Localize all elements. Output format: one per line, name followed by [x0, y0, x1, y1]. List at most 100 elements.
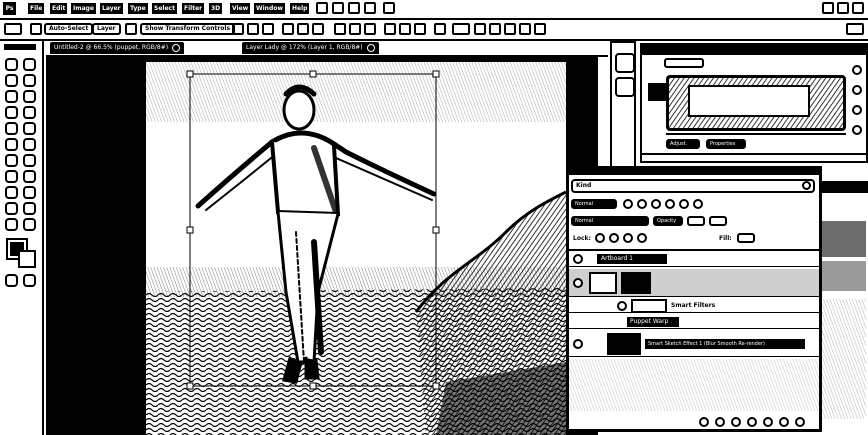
zoom-tool-icon[interactable]: [23, 218, 36, 231]
refresh-icon[interactable]: [852, 65, 862, 75]
shape-tool-icon[interactable]: [23, 186, 36, 199]
tab-properties[interactable]: Properties: [706, 139, 746, 149]
new-layer-icon[interactable]: [779, 417, 789, 427]
distribute-top-icon[interactable]: [334, 23, 346, 35]
auto-align-icon[interactable]: [434, 23, 446, 35]
background-color-swatch[interactable]: [18, 250, 36, 268]
menu-window[interactable]: Window: [254, 3, 285, 14]
distribute-right-icon[interactable]: [414, 23, 426, 35]
filter-pixel-icon[interactable]: [623, 199, 633, 209]
opacity-input[interactable]: [687, 216, 705, 226]
3d-scale-icon[interactable]: [534, 23, 546, 35]
visibility-eye-icon[interactable]: [573, 339, 583, 349]
filter-shape-icon[interactable]: [665, 199, 675, 209]
warning-icon[interactable]: [852, 85, 862, 95]
tab-close-icon[interactable]: [172, 43, 181, 52]
lock-pixels-icon[interactable]: [609, 233, 619, 243]
layer-row-selected[interactable]: [569, 269, 819, 297]
menu-file[interactable]: File: [28, 3, 45, 14]
filter-toggle-icon[interactable]: [693, 199, 703, 209]
layer-row-artboard[interactable]: Artboard 1: [569, 251, 819, 267]
history-brush-icon[interactable]: [23, 122, 36, 135]
path-select-icon[interactable]: [5, 186, 18, 199]
align-center-icon[interactable]: [297, 23, 309, 35]
visibility-eye-icon[interactable]: [573, 278, 583, 288]
fill-input[interactable]: [737, 233, 755, 243]
marquee-tool-icon[interactable]: [23, 58, 36, 71]
3d-rotate-icon[interactable]: [474, 23, 486, 35]
opacity-slider-button[interactable]: [709, 216, 727, 226]
crop-tool-icon[interactable]: [5, 90, 18, 103]
layer-select[interactable]: Layer: [92, 23, 121, 35]
align-left-icon[interactable]: [282, 23, 294, 35]
menu-3d[interactable]: 3D: [209, 3, 223, 14]
cache-icon[interactable]: [852, 105, 862, 115]
menu-view[interactable]: View: [230, 3, 251, 14]
swatch-dark[interactable]: [820, 221, 866, 257]
new-group-icon[interactable]: [763, 417, 773, 427]
show-transform-checkbox[interactable]: [125, 23, 137, 35]
tab-adjustments[interactable]: Adjust.: [666, 139, 700, 149]
screen-mode-icon[interactable]: [364, 2, 376, 14]
options-icon[interactable]: [852, 125, 862, 135]
menu-select[interactable]: Select: [152, 3, 177, 14]
search-icon[interactable]: [802, 181, 811, 190]
menu-edit[interactable]: Edit: [50, 3, 68, 14]
lock-all-icon[interactable]: [637, 233, 647, 243]
menu-type[interactable]: Type: [128, 3, 148, 14]
type-tool-icon[interactable]: [23, 170, 36, 183]
document-image[interactable]: [146, 62, 566, 435]
distribute-center-icon[interactable]: [399, 23, 411, 35]
histogram-channel-icon[interactable]: [648, 83, 666, 101]
menu-help[interactable]: Help: [290, 3, 310, 14]
tab-layer-lady[interactable]: Layer Lady @ 172% (Layer 1, RGB/8#): [242, 42, 379, 54]
dodge-tool-icon[interactable]: [23, 154, 36, 167]
swatch-mid[interactable]: [820, 261, 866, 291]
tab-close-icon[interactable]: [366, 43, 375, 52]
brush-tool-icon[interactable]: [23, 106, 36, 119]
eraser-tool-icon[interactable]: [5, 138, 18, 151]
layer-filter-kind[interactable]: Normal: [571, 199, 617, 209]
filter-smart-icon[interactable]: [679, 199, 689, 209]
layer-row-puppet-warp[interactable]: Puppet Warp: [569, 315, 819, 329]
maximize-icon[interactable]: [837, 2, 849, 14]
auto-select-checkbox[interactable]: [30, 23, 42, 35]
visibility-eye-icon[interactable]: [617, 301, 627, 311]
layer-mask-icon[interactable]: [731, 417, 741, 427]
app-logo[interactable]: Ps: [3, 2, 16, 15]
close-icon[interactable]: [852, 2, 864, 14]
distribute-bottom-icon[interactable]: [364, 23, 376, 35]
3d-pan-icon[interactable]: [504, 23, 516, 35]
eyedropper-tool-icon[interactable]: [23, 90, 36, 103]
bridge-icon[interactable]: [316, 2, 328, 14]
menu-image[interactable]: Image: [71, 3, 96, 14]
blur-tool-icon[interactable]: [5, 154, 18, 167]
layers-search-input[interactable]: Kind: [571, 179, 815, 193]
3d-slide-icon[interactable]: [519, 23, 531, 35]
workspace-switcher-icon[interactable]: [846, 23, 864, 35]
align-bottom-icon[interactable]: [262, 23, 274, 35]
3d-object-tool-icon[interactable]: [5, 202, 18, 215]
clone-stamp-icon[interactable]: [5, 122, 18, 135]
lock-position-icon[interactable]: [623, 233, 633, 243]
distribute-left-icon[interactable]: [384, 23, 396, 35]
blend-mode-select[interactable]: Normal: [571, 216, 649, 226]
layer-style-icon[interactable]: [715, 417, 725, 427]
visibility-eye-icon[interactable]: [573, 254, 583, 264]
pen-tool-icon[interactable]: [5, 170, 18, 183]
hand-tool-icon[interactable]: [5, 218, 18, 231]
3d-camera-tool-icon[interactable]: [23, 202, 36, 215]
menu-filter[interactable]: Filter: [182, 3, 205, 14]
zoom-level-icon[interactable]: [383, 2, 395, 14]
move-tool-preset-icon[interactable]: [4, 23, 22, 35]
filter-adjust-icon[interactable]: [637, 199, 647, 209]
minibridge-icon[interactable]: [332, 2, 344, 14]
align-top-icon[interactable]: [232, 23, 244, 35]
layer-row-sketch[interactable]: Smart Sketch Effect 1 (Blur Smooth Re-re…: [569, 331, 819, 357]
tab-untitled-2[interactable]: Untitled-2 @ 66.5% (puppet, RGB/8#): [50, 42, 185, 54]
distribute-middle-icon[interactable]: [349, 23, 361, 35]
align-middle-icon[interactable]: [247, 23, 259, 35]
adjustment-layer-icon[interactable]: [747, 417, 757, 427]
menu-layer[interactable]: Layer: [100, 3, 123, 14]
swatches-panel-icon[interactable]: [615, 77, 635, 97]
